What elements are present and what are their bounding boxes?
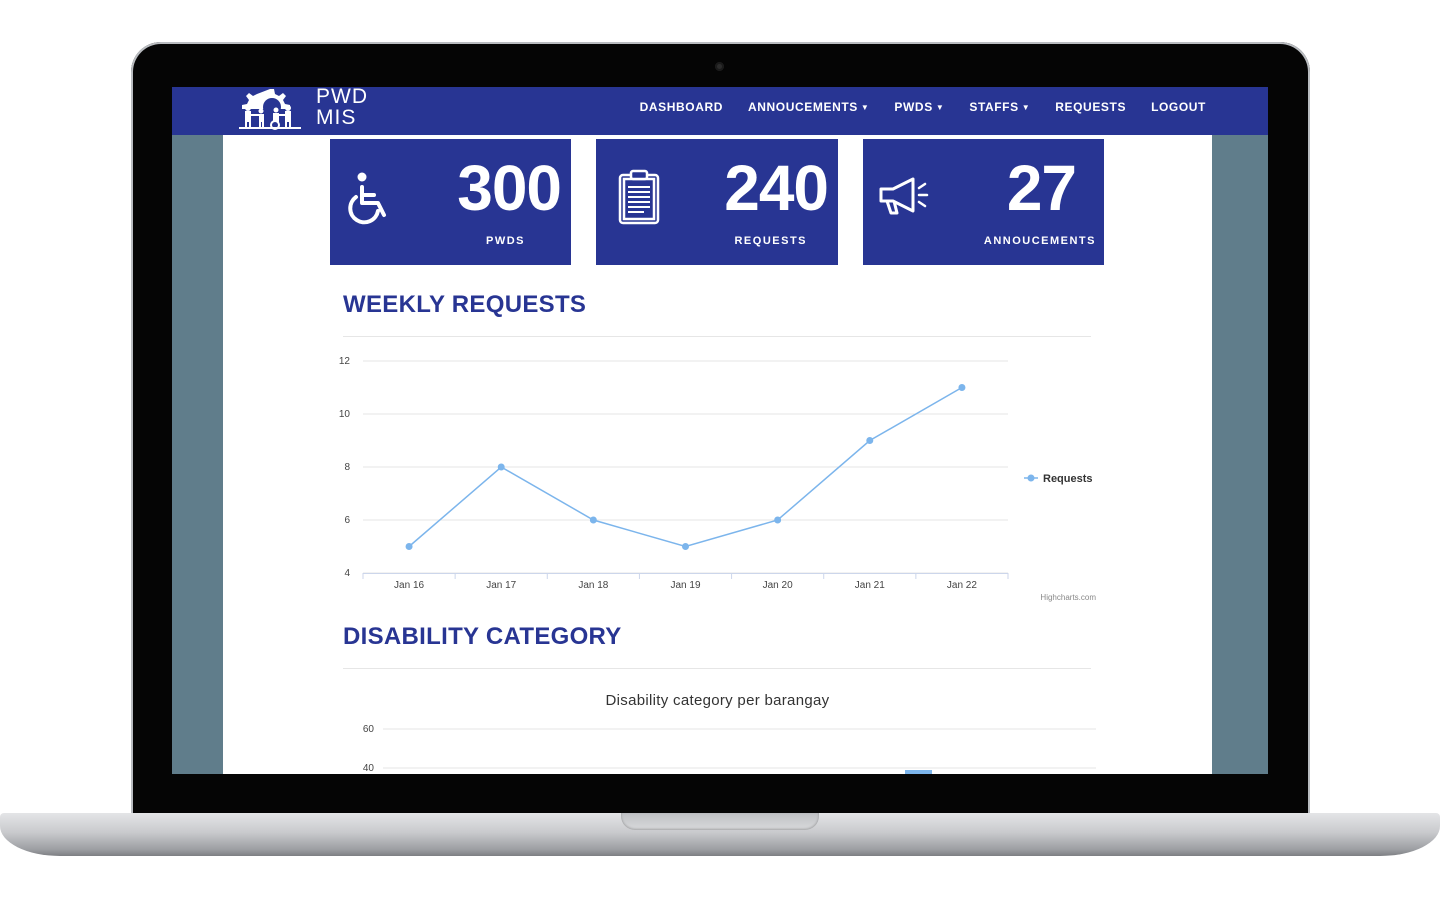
brand-line-pwd: PWD bbox=[316, 87, 368, 108]
brand-text: PWD MIS bbox=[316, 87, 368, 128]
caret-down-icon: ▼ bbox=[935, 103, 945, 112]
y-tick-label: 40 bbox=[363, 763, 375, 774]
nav-logout[interactable]: LOGOUT bbox=[1151, 100, 1206, 114]
bar bbox=[905, 770, 932, 774]
nav-announcements-label: ANNOUCEMENTS bbox=[748, 100, 858, 114]
brand[interactable]: PWD MIS bbox=[234, 87, 384, 135]
nav-pwds[interactable]: PWDS ▼ bbox=[894, 100, 944, 114]
nav-announcements[interactable]: ANNOUCEMENTS ▼ bbox=[748, 100, 869, 114]
main-content: 300 PWDS 240 REQUESTS 27 ANNOUCEMENTS WE… bbox=[223, 135, 1212, 774]
nav-pwds-label: PWDS bbox=[894, 100, 933, 114]
navbar: PWD MIS DASHBOARD ANNOUCEMENTS ▼ PWDS ▼ ST… bbox=[172, 87, 1268, 135]
webcam bbox=[715, 62, 724, 71]
brand-line-mis: MIS bbox=[316, 106, 357, 129]
nav-staffs-label: STAFFS bbox=[969, 100, 1019, 114]
disability-category-chart: 40 60 bbox=[363, 724, 1096, 774]
caret-down-icon: ▼ bbox=[860, 103, 870, 112]
screen: PWD MIS DASHBOARD ANNOUCEMENTS ▼ PWDS ▼ ST… bbox=[172, 87, 1268, 774]
nav-menu: DASHBOARD ANNOUCEMENTS ▼ PWDS ▼ STAFFS ▼ RE… bbox=[615, 87, 1206, 127]
nav-staffs[interactable]: STAFFS ▼ bbox=[969, 100, 1030, 114]
y-tick-label: 60 bbox=[363, 724, 375, 735]
nav-requests[interactable]: REQUESTS bbox=[1055, 100, 1126, 114]
caret-down-icon: ▼ bbox=[1021, 103, 1031, 112]
laptop-opening-notch bbox=[621, 813, 819, 830]
nav-dashboard[interactable]: DASHBOARD bbox=[640, 100, 723, 114]
brand-logo-icon bbox=[239, 89, 301, 130]
